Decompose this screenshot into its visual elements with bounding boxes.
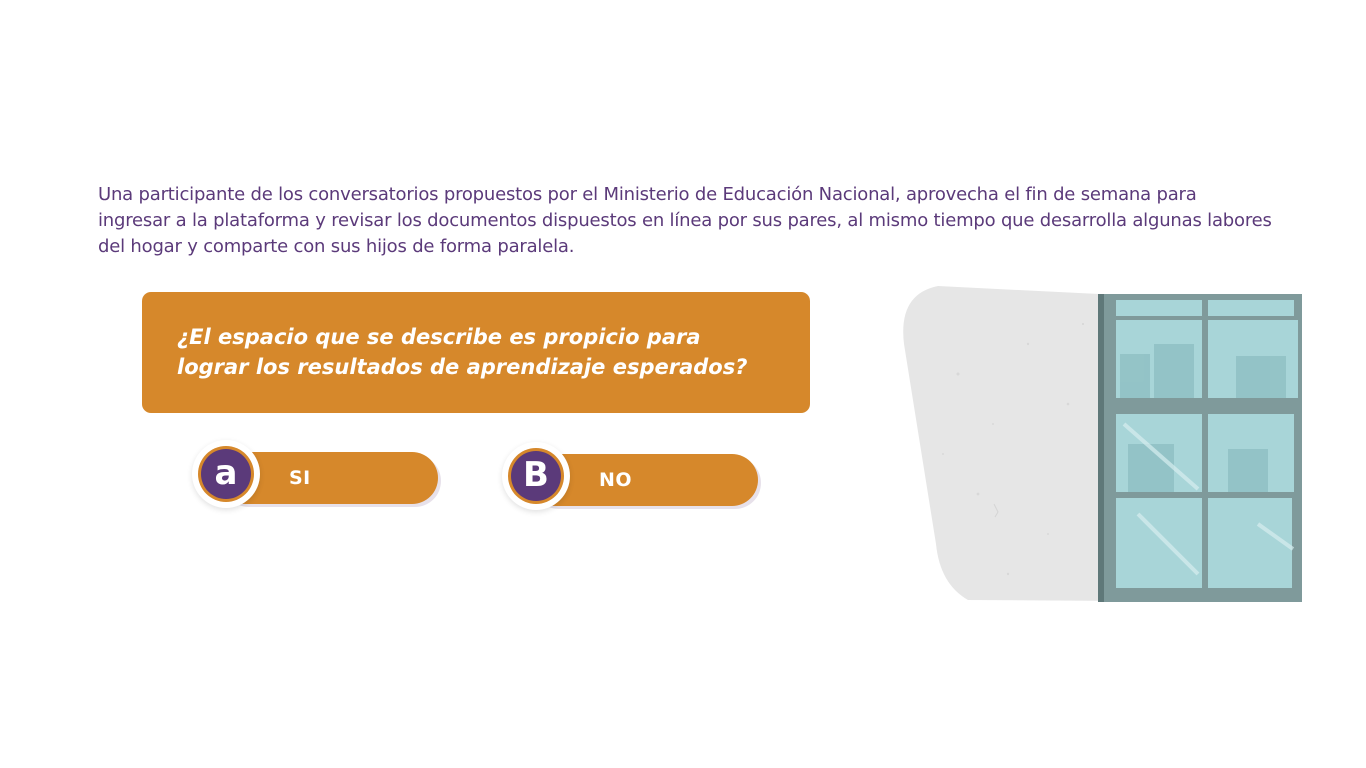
- window-shadow-edge: [1098, 294, 1104, 602]
- option-a-letter: a: [201, 449, 251, 499]
- option-a-badge-ring: a: [198, 446, 254, 502]
- option-si-button[interactable]: SI a: [192, 440, 442, 520]
- option-no-button[interactable]: NO B: [502, 442, 762, 522]
- option-a-badge[interactable]: a: [192, 440, 260, 508]
- activity-screen: Una participante de los conversatorios p…: [0, 0, 1366, 768]
- option-b-letter: B: [511, 451, 561, 501]
- option-si-label: SI: [289, 467, 311, 489]
- scenario-text: Una participante de los conversatorios p…: [98, 184, 1272, 257]
- window-illustration: [903, 286, 1303, 602]
- option-no-label: NO: [599, 469, 633, 491]
- option-b-badge[interactable]: B: [502, 442, 570, 510]
- question-card: ¿El espacio que se describe es propicio …: [142, 292, 810, 413]
- option-b-badge-ring: B: [508, 448, 564, 504]
- question-text: ¿El espacio que se describe es propicio …: [177, 325, 748, 379]
